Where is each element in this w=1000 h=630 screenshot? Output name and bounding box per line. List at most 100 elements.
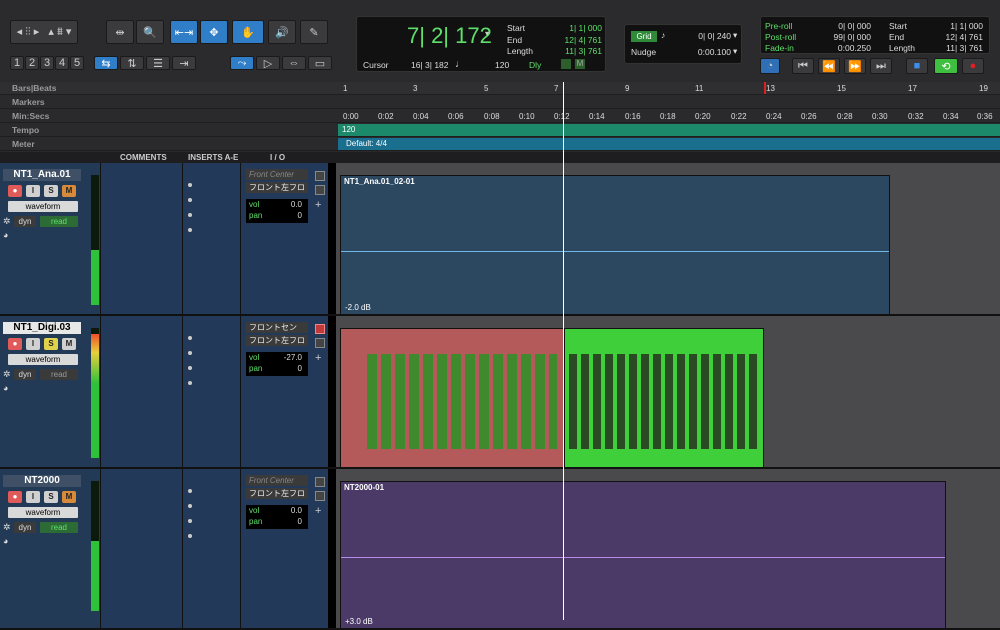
transport-length-value[interactable]: 11| 3| 761 — [933, 43, 983, 53]
stop-icon[interactable]: ■ — [906, 58, 928, 74]
fast-forward-icon[interactable]: ⏩ — [844, 58, 866, 74]
clip-gain[interactable]: -2.0 dB — [345, 303, 371, 312]
pan-value[interactable]: 0 — [272, 517, 302, 526]
output-selector[interactable]: フロント左フロ — [246, 335, 308, 346]
nudge-value[interactable]: 0:00.100 — [677, 47, 731, 57]
track-edit-lane[interactable]: NT1_Ana.01_02-01 -2.0 dB — [336, 163, 1000, 315]
add-icon[interactable]: + — [315, 505, 321, 517]
fadein-label[interactable]: Fade-in — [765, 43, 794, 53]
preroll-value[interactable]: 0| 0| 000 — [821, 21, 871, 31]
end-marker[interactable] — [764, 82, 766, 94]
record-arm-icon[interactable]: ● — [8, 185, 22, 197]
solo-button[interactable]: S — [44, 338, 58, 350]
solo-button[interactable]: S — [44, 491, 58, 503]
mute-button[interactable]: M — [62, 491, 76, 503]
track-name[interactable]: NT2000 — [3, 475, 81, 487]
end-value[interactable]: 12| 4| 761 — [552, 35, 602, 45]
delay-comp-indicator[interactable]: Dly — [529, 60, 541, 70]
mute-button[interactable]: M — [62, 338, 76, 350]
smart-tool-icon[interactable]: ✥ — [200, 20, 228, 44]
gear-icon[interactable]: ✲ — [3, 522, 11, 533]
input-monitor-button[interactable]: I — [26, 491, 40, 503]
record-icon[interactable]: ● — [962, 58, 984, 74]
automation-mode[interactable]: read — [40, 522, 78, 533]
link-timeline-icon[interactable]: ⤳ — [230, 56, 254, 70]
add-icon[interactable]: + — [315, 199, 321, 211]
length-value[interactable]: 11| 3| 761 — [552, 46, 602, 56]
comments-column[interactable] — [100, 469, 182, 628]
track-view-selector[interactable]: waveform — [8, 507, 78, 518]
comments-header[interactable]: COMMENTS — [120, 153, 167, 162]
vol-value[interactable]: 0.0 — [272, 200, 302, 209]
insert-slot[interactable] — [188, 336, 192, 340]
insert-slot[interactable] — [188, 519, 192, 523]
track-view-selector[interactable]: waveform — [8, 354, 78, 365]
scrubber-tool-icon[interactable]: 🔊 — [268, 20, 296, 44]
zoomer-tool-icon[interactable]: 🔍 — [136, 20, 164, 44]
pan-value[interactable]: 0 — [272, 364, 302, 373]
online-icon[interactable]: ◔ — [760, 58, 780, 74]
clip-gain[interactable]: +3.0 dB — [345, 617, 373, 626]
grid-mode-icon[interactable]: ⇥ — [172, 56, 196, 70]
insert-slot[interactable] — [188, 213, 192, 217]
automation-mode[interactable]: read — [40, 369, 78, 380]
main-counter-value[interactable]: 7| 2| 172 — [407, 23, 492, 49]
tab-to-transient-icon[interactable]: ▷ — [256, 56, 280, 70]
io-header[interactable]: I / O — [270, 153, 285, 162]
counter-dropdown-icon[interactable]: ▾ — [485, 29, 489, 38]
gear-icon[interactable]: ✲ — [3, 216, 11, 227]
output-window-icon[interactable] — [315, 477, 325, 487]
input-monitor-button[interactable]: I — [26, 338, 40, 350]
elastic-audio-icon[interactable]: ◕ — [3, 230, 8, 240]
track-edit-lane[interactable]: NT2000-01 +3.0 dB — [336, 469, 1000, 629]
elastic-audio-icon[interactable]: ◕ — [3, 383, 8, 393]
playhead-cursor[interactable] — [563, 82, 564, 620]
play-loop-icon[interactable]: ⟲ — [934, 58, 958, 74]
zoom-preset-1[interactable]: 1 — [10, 56, 24, 70]
meter-ruler[interactable]: Meter Default: 4/4 — [0, 138, 1000, 151]
bars-beats-ruler[interactable]: Bars|Beats 1 3 5 7 9 11 13 15 17 19 — [0, 82, 1000, 95]
insert-slot[interactable] — [188, 198, 192, 202]
pan-value[interactable]: 0 — [272, 211, 302, 220]
solo-button[interactable]: S — [44, 185, 58, 197]
input-selector[interactable]: Front Center — [246, 169, 308, 180]
inserts-column[interactable] — [182, 163, 240, 314]
minsecs-ruler[interactable]: Min:Secs 0:00 0:02 0:04 0:06 0:08 0:10 0… — [0, 110, 1000, 123]
inserts-column[interactable] — [182, 316, 240, 467]
output-selector[interactable]: フロント左フロ — [246, 182, 308, 193]
grabber-tool-icon[interactable]: ✋ — [232, 20, 264, 44]
go-to-end-icon[interactable]: ⏭ — [870, 58, 892, 74]
insert-slot[interactable] — [188, 504, 192, 508]
zoom-preset-3[interactable]: 3 — [40, 56, 54, 70]
grid-toggle[interactable]: Grid — [631, 31, 657, 42]
output-window-icon[interactable] — [315, 171, 325, 181]
output-selector[interactable]: フロント左フロ — [246, 488, 308, 499]
vol-value[interactable]: -27.0 — [272, 353, 302, 362]
trim-tool-icon[interactable]: ⇹ — [106, 20, 134, 44]
track-name[interactable]: NT1_Digi.03 — [3, 322, 81, 334]
zoom-preset-4[interactable]: 4 — [55, 56, 69, 70]
comments-column[interactable] — [100, 316, 182, 467]
slip-mode-icon[interactable]: ☰ — [146, 56, 170, 70]
output-window-icon[interactable] — [315, 338, 325, 348]
preroll-label[interactable]: Pre-roll — [765, 21, 792, 31]
markers-ruler[interactable]: Markers — [0, 96, 1000, 109]
spot-mode-icon[interactable]: ⇅ — [120, 56, 144, 70]
audio-clip[interactable]: NT1_Ana.01_02-01 -2.0 dB — [340, 175, 890, 315]
track-view-selector[interactable]: waveform — [8, 201, 78, 212]
metronome-icon[interactable]: M — [575, 59, 585, 69]
tempo-ruler[interactable]: Tempo 120 — [0, 124, 1000, 137]
insert-slot[interactable] — [188, 534, 192, 538]
output-window-icon[interactable] — [315, 185, 325, 195]
input-selector[interactable]: Front Center — [246, 475, 308, 486]
input-monitor-button[interactable]: I — [26, 185, 40, 197]
conductor-icon[interactable] — [561, 59, 571, 69]
audio-clip-selected[interactable] — [340, 328, 564, 468]
rewind-icon[interactable]: ⏪ — [818, 58, 840, 74]
keyboard-focus-icon[interactable]: ▭ — [308, 56, 332, 70]
chevron-down-icon[interactable]: ▾ — [733, 46, 737, 57]
mirror-midi-icon[interactable]: ⇔ — [282, 56, 306, 70]
record-arm-icon[interactable]: ● — [8, 338, 22, 350]
zoom-preset-5[interactable]: 5 — [70, 56, 84, 70]
insert-slot[interactable] — [188, 381, 192, 385]
